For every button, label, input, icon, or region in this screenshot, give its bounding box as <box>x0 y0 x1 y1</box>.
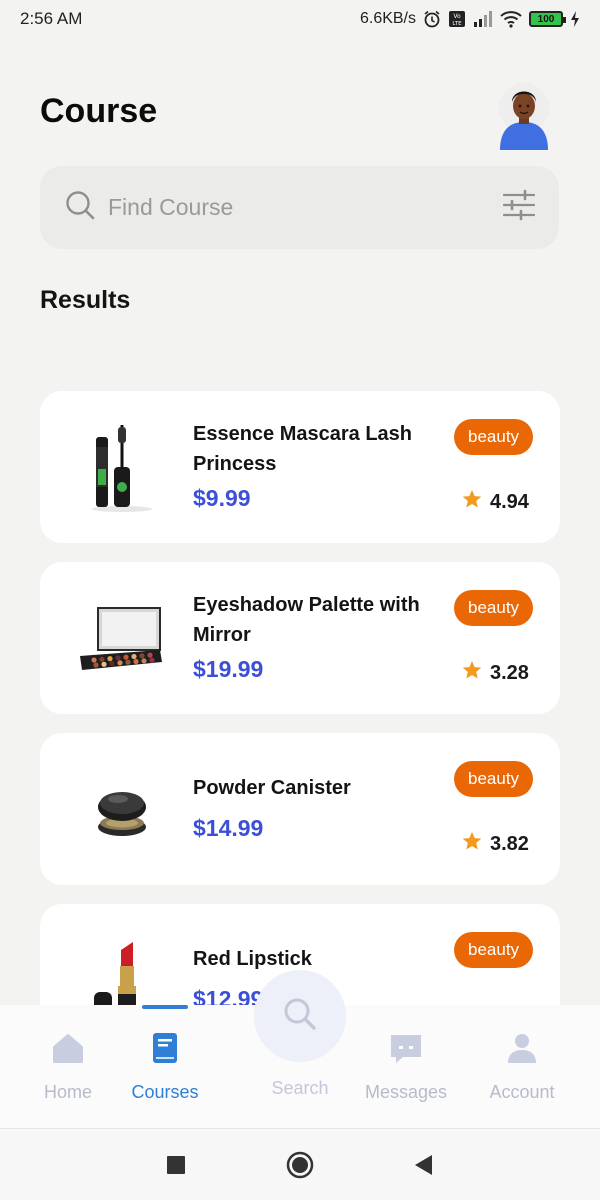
search-bar[interactable] <box>40 166 559 249</box>
results-heading: Results <box>40 286 131 314</box>
nav-messages-label: Messages <box>364 1082 448 1102</box>
person-icon <box>505 1031 539 1082</box>
star-icon <box>462 660 482 686</box>
mascara-image <box>72 417 172 517</box>
nav-account[interactable]: Account <box>478 1005 566 1128</box>
charging-icon <box>570 10 580 28</box>
category-badge: beauty <box>454 932 534 968</box>
rating-value: 3.28 <box>490 661 529 684</box>
status-icons: 6.6KB/s Vo LTE 100 <box>360 10 580 28</box>
powder-canister-image <box>72 759 172 859</box>
category-badge: beauty <box>454 761 534 797</box>
recents-icon[interactable] <box>166 1155 186 1180</box>
rating: 3.82 <box>462 831 529 857</box>
status-bar: 2:56 AM 6.6KB/s Vo LTE 100 <box>0 0 600 38</box>
rating: 4.94 <box>462 489 529 515</box>
course-title: Red Lipstick <box>193 948 312 970</box>
nav-courses-label: Courses <box>131 1082 199 1102</box>
course-title: Eyeshadow Palette with Mirror <box>193 594 420 646</box>
nav-search-label[interactable]: Search <box>250 1078 350 1099</box>
page-title: Course <box>40 92 158 130</box>
wifi-icon <box>500 10 522 28</box>
rating-value: 3.82 <box>490 832 529 855</box>
lipstick-image <box>72 930 172 1005</box>
nav-search-fab[interactable] <box>254 970 346 1062</box>
back-icon[interactable] <box>412 1153 434 1182</box>
course-card[interactable]: Essence Mascara Lash Princess $9.99 beau… <box>40 391 560 543</box>
volte-icon: Vo LTE <box>448 10 466 28</box>
course-title: Powder Canister <box>193 777 351 799</box>
rating: 3.28 <box>462 660 529 686</box>
home-button-icon[interactable] <box>286 1151 314 1184</box>
book-icon <box>148 1031 182 1082</box>
course-card[interactable]: Powder Canister $14.99 beauty 3.82 <box>40 733 560 885</box>
nav-home[interactable]: Home <box>28 1005 108 1128</box>
battery-icon: 100 <box>529 11 566 27</box>
rating-value: 4.94 <box>490 490 529 513</box>
star-icon <box>462 831 482 857</box>
category-badge: beauty <box>454 419 534 455</box>
category-badge: beauty <box>454 590 534 626</box>
nav-messages[interactable]: Messages <box>356 1005 456 1128</box>
search-input[interactable] <box>108 194 501 221</box>
nav-courses[interactable]: Courses <box>120 1005 210 1128</box>
course-price: $14.99 <box>193 815 264 841</box>
course-card[interactable]: Eyeshadow Palette with Mirror $19.99 bea… <box>40 562 560 714</box>
status-time: 2:56 AM <box>20 9 83 28</box>
home-icon <box>51 1031 85 1082</box>
system-nav-bar <box>0 1128 600 1200</box>
star-icon <box>462 489 482 515</box>
svg-text:Vo: Vo <box>453 13 461 20</box>
filter-icon[interactable] <box>501 188 537 227</box>
nav-account-label: Account <box>489 1082 555 1102</box>
net-speed: 6.6KB/s <box>359 10 416 27</box>
course-price: $9.99 <box>193 485 251 511</box>
search-icon <box>64 189 108 226</box>
search-icon <box>280 994 320 1039</box>
course-price: $12.99 <box>193 986 264 1005</box>
avatar[interactable] <box>498 78 550 150</box>
eyeshadow-palette-image <box>72 588 172 688</box>
svg-text:LTE: LTE <box>452 21 462 27</box>
alarm-icon <box>423 10 441 28</box>
course-title: Essence Mascara Lash Princess <box>193 423 413 475</box>
chat-icon <box>386 1031 426 1082</box>
course-price: $19.99 <box>193 656 264 682</box>
nav-home-label: Home <box>43 1082 92 1102</box>
signal-icon <box>473 10 493 28</box>
results-list[interactable]: Essence Mascara Lash Princess $9.99 beau… <box>40 391 560 1005</box>
